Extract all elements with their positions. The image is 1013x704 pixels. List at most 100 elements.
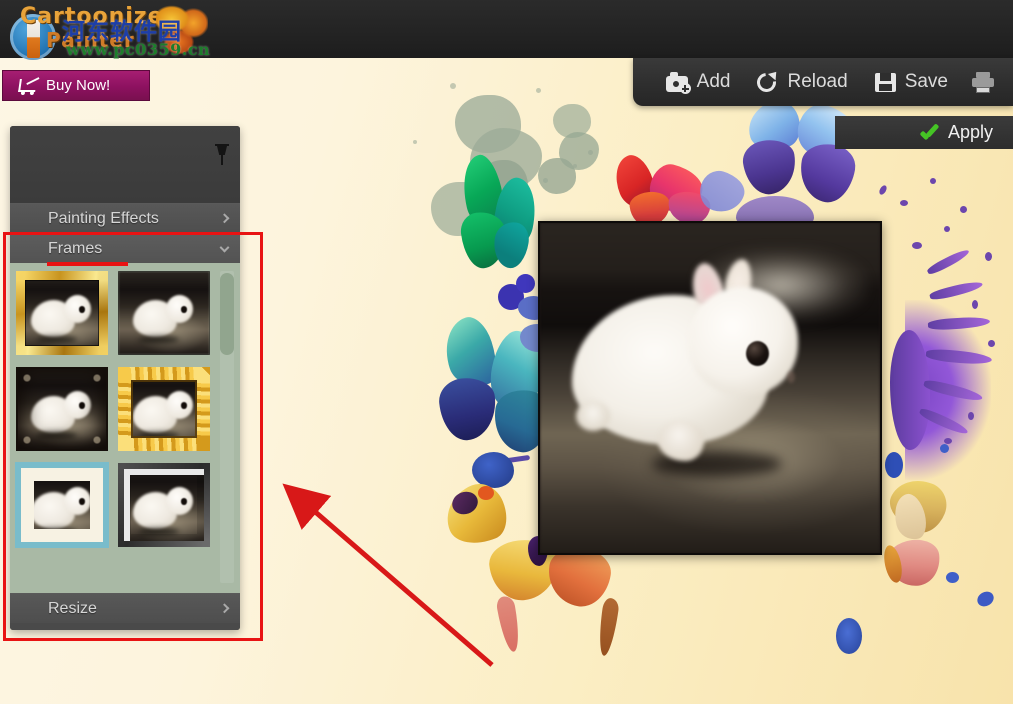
paint-splat [431, 182, 487, 236]
frame-thumb-ornate-vignette[interactable] [16, 367, 108, 451]
painting-effects-label: Painting Effects [48, 209, 159, 227]
paint-fleck [912, 242, 922, 249]
watermark-url: www.pc0359.cn [66, 40, 211, 59]
paint-fleck [885, 452, 903, 478]
paint-spray-spike [925, 246, 971, 277]
paint-fleck [946, 572, 959, 583]
butterfly-body [881, 543, 905, 585]
resize-label: Resize [48, 599, 97, 617]
paint-spray-spike [922, 378, 984, 404]
paint-fleck [940, 444, 949, 453]
paint-fleck [573, 164, 577, 168]
bunny-leg [658, 421, 704, 461]
paint-splat [478, 160, 528, 210]
paint-fleck [450, 83, 456, 89]
paint-fleck [985, 252, 992, 261]
butterfly-teal-wing [436, 312, 504, 394]
panel-footer: Resize [10, 593, 240, 630]
butterfly-peach-wing [889, 491, 931, 543]
buy-now-label: Buy Now! [46, 77, 111, 94]
print-button[interactable] [961, 62, 1005, 102]
sidebar-item-resize[interactable]: Resize [10, 593, 240, 623]
chevron-right-icon [219, 212, 230, 223]
paint-spray-spike [927, 315, 991, 331]
paint-fleck [900, 200, 908, 206]
butterfly-teal-wing [436, 375, 500, 443]
frame-thumb-grey-shadowbox[interactable] [118, 463, 210, 547]
frame-thumb-none[interactable] [118, 271, 210, 355]
butterfly-peach-wing [885, 537, 943, 589]
paint-splat [538, 158, 576, 194]
frames-grid [15, 271, 212, 548]
butterfly-green-wing-upper [455, 151, 511, 235]
butterfly-green-wing-upper [487, 174, 543, 256]
paint-fleck [974, 588, 997, 610]
paint-splat [559, 132, 599, 170]
paint-fleck [960, 206, 967, 213]
paint-fleck [944, 226, 950, 232]
butterfly-tail [596, 597, 620, 657]
green-check-icon [920, 126, 939, 140]
butterfly-wing-marking [478, 486, 494, 500]
buy-now-button[interactable]: Buy Now! [2, 70, 150, 101]
paint-spray-spike [928, 279, 984, 302]
paint-fleck [413, 140, 417, 144]
paint-fleck [877, 184, 889, 196]
apply-button[interactable]: Apply [835, 116, 1013, 149]
paint-fleck [588, 150, 593, 155]
butterfly-tail [495, 594, 523, 654]
butterfly-blue-wing [795, 139, 859, 207]
reload-button[interactable]: Reload [743, 62, 860, 102]
paint-splat [455, 95, 521, 153]
bunny-eye [746, 341, 769, 366]
save-button[interactable]: Save [861, 62, 961, 102]
sidebar-item-frames[interactable]: Frames [10, 233, 240, 263]
paint-spray-spike [917, 406, 970, 437]
paint-fleck [944, 438, 952, 444]
paint-splat [695, 166, 749, 218]
chevron-down-icon [219, 242, 230, 253]
frame-thumb-teal-mat[interactable] [15, 462, 109, 548]
paint-fleck [930, 178, 936, 184]
floppy-disk-icon [874, 71, 898, 93]
panel-header [10, 126, 240, 203]
printer-icon [971, 71, 995, 93]
frames-scrollbar-thumb[interactable] [220, 273, 234, 355]
edited-photo[interactable] [538, 221, 882, 555]
add-label: Add [696, 71, 731, 92]
save-label: Save [904, 71, 948, 92]
bunny-head [688, 287, 798, 395]
add-button[interactable]: Add [653, 62, 744, 102]
butterfly-blue-wing [740, 136, 800, 198]
butterfly-red-wing [645, 160, 707, 218]
paint-streak [485, 454, 531, 467]
frame-thumb-gold-bevel[interactable] [16, 271, 108, 355]
shopping-cart-icon [18, 79, 37, 92]
paint-spray-spike [925, 348, 993, 366]
paint-fleck [543, 178, 548, 183]
paint-splat [553, 104, 591, 138]
pushpin-icon[interactable] [215, 144, 229, 166]
frames-gallery [10, 263, 240, 593]
butterfly-green-wing-lower [490, 219, 532, 271]
paint-spray [905, 300, 991, 480]
camera-add-icon [665, 71, 691, 94]
butterfly-red-wing [607, 150, 663, 216]
paint-splat [472, 452, 514, 488]
butterfly-green-wing-lower [458, 209, 510, 271]
bunny-tail [576, 401, 610, 431]
title-bar: Cartoonize Painter 河东软件园 www.pc0359.cn [0, 0, 1013, 60]
paint-splat [516, 274, 535, 293]
frames-label: Frames [48, 239, 103, 257]
paint-splat [470, 128, 542, 190]
butterfly-yellow-wing [437, 476, 515, 554]
butterfly-peach-wing [882, 471, 954, 539]
annotation-underline [47, 262, 128, 266]
frame-thumb-baroque-gold[interactable] [118, 367, 210, 451]
chevron-right-icon [219, 602, 230, 613]
paint-fleck [536, 88, 541, 93]
paint-spray [890, 330, 930, 450]
circular-arrow-icon [753, 68, 781, 96]
main-toolbar: Add Reload Save [632, 58, 1013, 106]
sidebar-item-painting-effects[interactable]: Painting Effects [10, 203, 240, 233]
